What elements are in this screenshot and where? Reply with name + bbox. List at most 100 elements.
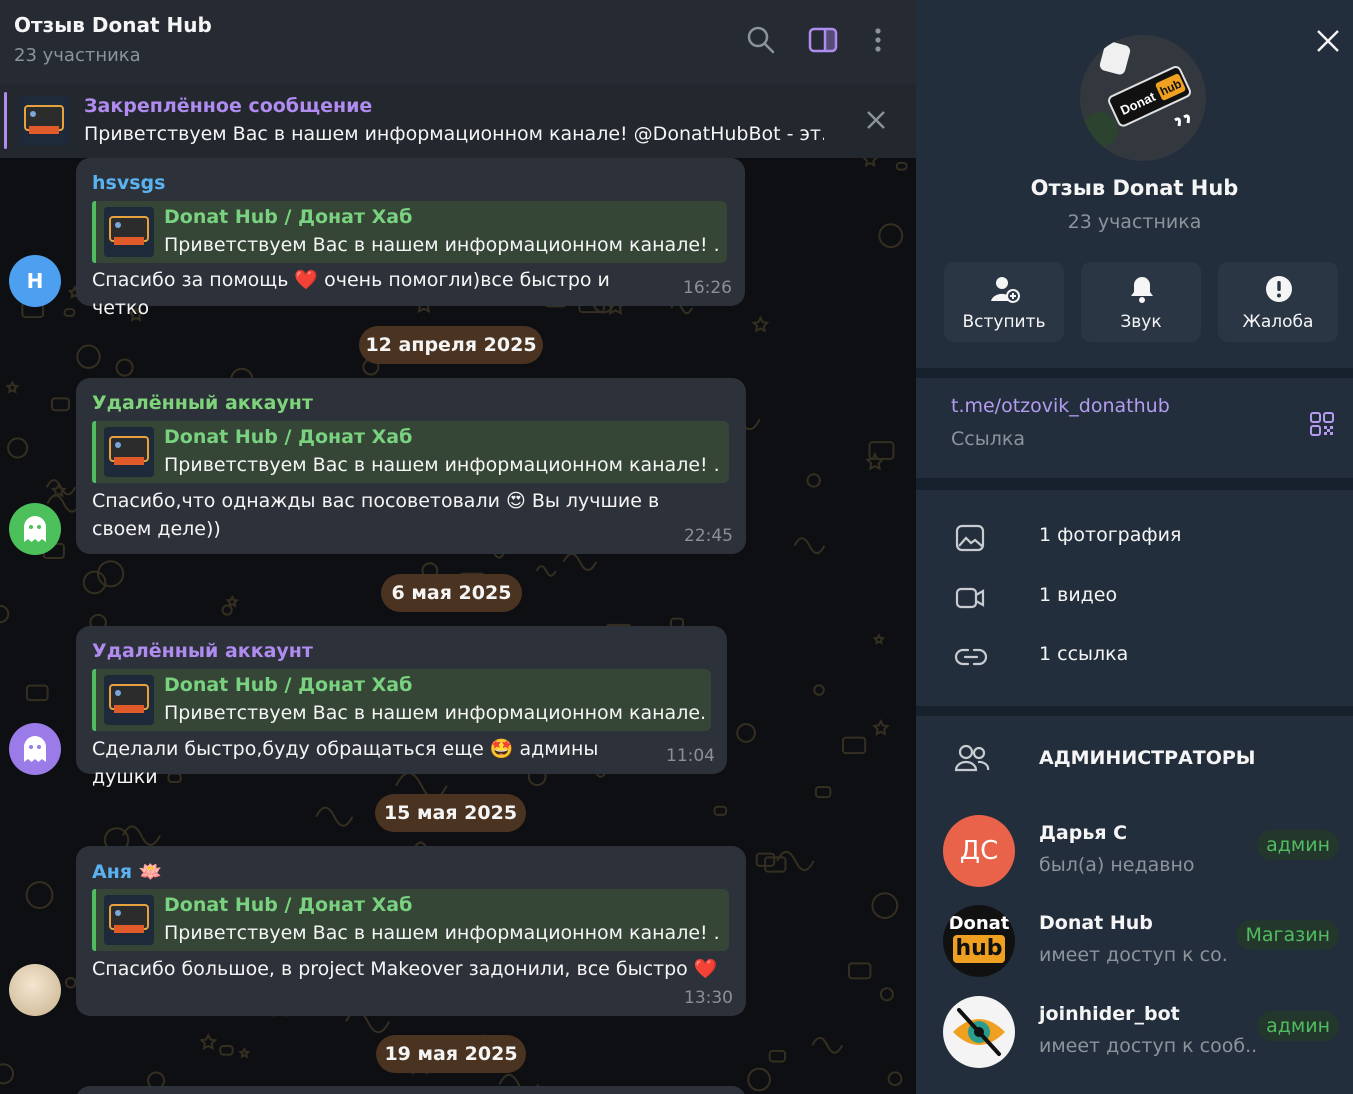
avatar: Donat hub <box>943 905 1015 977</box>
close-icon[interactable] <box>1315 28 1341 54</box>
reply-thumbnail <box>104 675 154 725</box>
video-icon <box>955 587 985 609</box>
join-button[interactable]: Вступить <box>944 262 1064 342</box>
close-pinned-icon[interactable] <box>864 108 888 132</box>
more-menu-icon[interactable] <box>862 24 894 56</box>
message-time: 16:26 <box>683 278 732 298</box>
member-count: 23 участника <box>14 45 141 66</box>
message-time: 11:04 <box>666 746 715 766</box>
channel-link[interactable]: t.me/otzovik_donathub <box>951 395 1170 417</box>
bell-icon <box>1131 277 1153 303</box>
reply-title: Donat Hub / Донат Хаб <box>164 674 413 696</box>
date-separator: 15 мая 2025 <box>375 794 526 832</box>
media-photos-row[interactable]: 1 фотография <box>916 510 1353 566</box>
report-label: Жалоба <box>1242 312 1314 332</box>
profile-members: 23 участника <box>1067 211 1202 233</box>
message-text: Сделали быстро,буду обращаться еще 🤩 адм… <box>92 738 599 788</box>
search-icon[interactable] <box>745 24 777 56</box>
pinned-title: Закреплённое сообщение <box>84 95 373 117</box>
report-button[interactable]: Жалоба <box>1218 262 1338 342</box>
reply-title: Donat Hub / Донат Хаб <box>164 894 413 916</box>
admin-row[interactable]: Donat hub Donat Hub имеет доступ к со...… <box>916 898 1353 984</box>
message-text: Спасибо за помощь ❤️ очень помогли)все б… <box>92 269 610 319</box>
admins-icon <box>954 744 990 772</box>
avatar[interactable] <box>9 964 61 1016</box>
pinned-thumbnail <box>19 96 69 146</box>
sidebar-toggle-icon[interactable] <box>807 24 839 56</box>
admin-status: был(а) недавно <box>1039 854 1195 876</box>
qr-code-icon[interactable] <box>1309 411 1335 437</box>
report-icon <box>1266 276 1292 302</box>
chat-panel: Отзыв Donat Hub 23 участника Закреплённо… <box>0 0 916 1094</box>
message-reply-quote[interactable]: Donat Hub / Донат Хаб Приветствуем Вас в… <box>92 201 727 263</box>
ghost-icon <box>24 516 46 542</box>
admins-title: АДМИНИСТРАТОРЫ <box>1039 747 1256 769</box>
message-sender[interactable]: Аня 🪷 <box>92 860 162 883</box>
message-sender[interactable]: Удалённый аккаунт <box>92 392 313 414</box>
link-icon <box>954 648 988 666</box>
admin-status: имеет доступ к со... <box>1039 944 1229 966</box>
message-bubble[interactable]: Аня 🪷 Donat Hub / Донат Хаб Приветствуем… <box>76 846 746 1016</box>
ghost-icon <box>24 736 46 762</box>
admin-name: Дарья С <box>1039 822 1128 844</box>
message-reply-quote[interactable]: Donat Hub / Донат Хаб Приветствуем Вас в… <box>92 889 729 951</box>
reply-thumbnail <box>104 207 154 257</box>
avatar: ДС <box>943 815 1015 887</box>
pinned-indicator <box>4 92 7 149</box>
avatar[interactable]: H <box>9 255 61 307</box>
reply-thumbnail <box>104 427 154 477</box>
reply-title: Donat Hub / Донат Хаб <box>164 426 413 448</box>
hidden-eye-icon <box>953 1008 1005 1056</box>
media-links-label: 1 ссылка <box>1039 643 1129 665</box>
message-bubble[interactable]: Удалённый аккаунт Donat Hub / Донат Хаб … <box>76 378 746 554</box>
profile-sidebar: Donat hub Отзыв Donat Hub 23 участника В… <box>916 0 1353 1094</box>
sound-button[interactable]: Звук <box>1081 262 1201 342</box>
add-user-icon <box>991 277 1020 303</box>
message-text: Спасибо большое, в project Makeover задо… <box>92 958 718 980</box>
pinned-message-bar[interactable]: Закреплённое сообщение Приветствуем Вас … <box>0 84 916 158</box>
reply-text: Приветствуем Вас в нашем информационном … <box>164 702 704 724</box>
message-sender[interactable]: Удалённый аккаунт <box>92 640 313 662</box>
media-links-row[interactable]: 1 ссылка <box>916 629 1353 685</box>
reply-text: Приветствуем Вас в нашем информационном … <box>164 234 719 256</box>
link-caption: Ссылка <box>951 428 1025 450</box>
admin-row[interactable]: ДС Дарья С был(а) недавно админ <box>916 808 1353 894</box>
admin-role-badge: Магазин <box>1236 920 1339 950</box>
reply-text: Приветствуем Вас в нашем информационном … <box>164 454 719 476</box>
channel-avatar[interactable]: Donat hub <box>1080 35 1206 161</box>
message-bubble[interactable] <box>76 1086 746 1094</box>
message-time: 13:30 <box>684 988 733 1008</box>
media-photos-label: 1 фотография <box>1039 524 1182 546</box>
admin-role-badge: админ <box>1257 830 1339 860</box>
admin-role-badge: админ <box>1257 1011 1339 1041</box>
media-videos-label: 1 видео <box>1039 584 1118 606</box>
avatar <box>943 996 1015 1068</box>
date-separator: 19 мая 2025 <box>376 1035 526 1073</box>
admin-name: Donat Hub <box>1039 912 1153 934</box>
message-reply-quote[interactable]: Donat Hub / Донат Хаб Приветствуем Вас в… <box>92 669 711 731</box>
profile-name: Отзыв Donat Hub <box>1030 176 1239 200</box>
message-reply-quote[interactable]: Donat Hub / Донат Хаб Приветствуем Вас в… <box>92 421 729 483</box>
chat-title[interactable]: Отзыв Donat Hub <box>14 13 212 37</box>
date-separator: 6 мая 2025 <box>381 574 522 612</box>
message-bubble[interactable]: hsvsgs Donat Hub / Донат Хаб Приветствуе… <box>76 158 745 319</box>
join-label: Вступить <box>962 312 1046 332</box>
admin-row[interactable]: joinhider_bot имеет доступ к сооб... адм… <box>916 989 1353 1075</box>
reply-thumbnail <box>104 895 154 945</box>
reply-title: Donat Hub / Донат Хаб <box>164 206 413 228</box>
message-sender[interactable]: hsvsgs <box>92 172 165 194</box>
date-separator: 12 апреля 2025 <box>359 326 543 364</box>
message-time: 22:45 <box>684 526 733 546</box>
message-text: Спасибо,что однажды вас посоветовали 😍 В… <box>92 490 660 540</box>
pinned-text: Приветствуем Вас в нашем информационном … <box>84 123 824 145</box>
media-videos-row[interactable]: 1 видео <box>916 570 1353 626</box>
admin-status: имеет доступ к сооб... <box>1039 1035 1259 1057</box>
admin-name: joinhider_bot <box>1039 1003 1180 1025</box>
avatar[interactable] <box>9 723 61 775</box>
avatar[interactable] <box>9 503 61 555</box>
message-bubble[interactable]: Удалённый аккаунт Donat Hub / Донат Хаб … <box>76 626 727 788</box>
chat-header: Отзыв Donat Hub 23 участника <box>0 0 916 84</box>
reply-text: Приветствуем Вас в нашем информационном … <box>164 922 719 944</box>
photo-icon <box>955 524 985 552</box>
sound-label: Звук <box>1120 312 1162 332</box>
